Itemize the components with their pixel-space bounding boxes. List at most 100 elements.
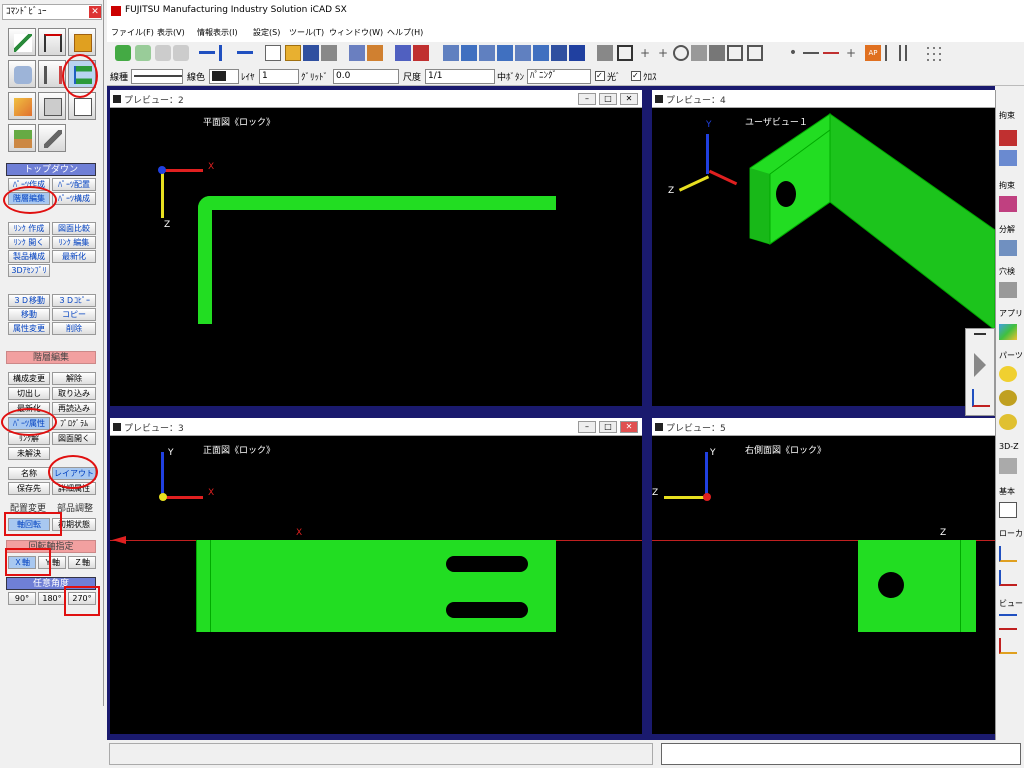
- brush-icon[interactable]: [38, 124, 66, 152]
- crosshair-icon[interactable]: +: [655, 45, 671, 61]
- copy-button[interactable]: コピー: [52, 308, 96, 321]
- update-button[interactable]: 最新化: [52, 250, 96, 263]
- close-icon[interactable]: ✕: [620, 421, 638, 433]
- parts-structure-button[interactable]: ﾊﾟｰﾂ構成: [52, 192, 96, 205]
- ap-icon[interactable]: AP: [865, 45, 881, 61]
- sketch-icon[interactable]: [8, 28, 36, 56]
- constraint-icon[interactable]: [999, 130, 1017, 146]
- view-icon[interactable]: [999, 614, 1017, 630]
- cylinder-icon[interactable]: [155, 45, 171, 61]
- minimize-icon[interactable]: –: [578, 421, 596, 433]
- attribute-change-button[interactable]: 属性変更: [8, 322, 50, 335]
- line-icon[interactable]: [803, 52, 819, 54]
- menu-settings[interactable]: 設定(S): [253, 27, 280, 38]
- minimize-icon[interactable]: –: [578, 93, 596, 105]
- view-cube-icon[interactable]: [497, 45, 513, 61]
- menu-tools[interactable]: ツール(T): [289, 27, 324, 38]
- offset-icon[interactable]: [905, 45, 921, 61]
- line-color-select[interactable]: [209, 69, 239, 84]
- save-icon[interactable]: [303, 45, 319, 61]
- point-icon[interactable]: •: [785, 45, 801, 61]
- grid-icon[interactable]: [925, 45, 941, 61]
- close-icon[interactable]: ✕: [89, 6, 101, 18]
- cylinder-icon[interactable]: [115, 45, 131, 61]
- tools-icon[interactable]: [367, 45, 383, 61]
- menu-info[interactable]: 情報表示(I): [197, 27, 238, 38]
- reload-button[interactable]: 再読込み: [52, 402, 96, 415]
- angle-180-button[interactable]: 180°: [38, 592, 66, 605]
- select-icon[interactable]: [617, 45, 633, 61]
- view-cube-icon[interactable]: [515, 45, 531, 61]
- open-drawing-button[interactable]: 図面開く: [52, 432, 96, 445]
- move-button[interactable]: 移動: [8, 308, 50, 321]
- release-button[interactable]: 解除: [52, 372, 96, 385]
- view-cube-icon[interactable]: [443, 45, 459, 61]
- menu-file[interactable]: ファイル(F): [111, 27, 154, 38]
- light-bulb-icon[interactable]: [999, 366, 1017, 382]
- viewport-user-view[interactable]: プレビュー：4 ユーザビュー１ Y Z: [652, 90, 995, 406]
- middle-button-select[interactable]: ﾊﾟﾆﾝｸﾞ: [527, 69, 591, 84]
- save-destination-button[interactable]: 保存先: [8, 482, 50, 495]
- angle-90-button[interactable]: 90°: [8, 592, 36, 605]
- cut-out-button[interactable]: 切出し: [8, 387, 50, 400]
- change-structure-button[interactable]: 構成変更: [8, 372, 50, 385]
- cross-checkbox[interactable]: ✓: [631, 71, 641, 81]
- cylinder-icon[interactable]: [135, 45, 151, 61]
- view-cube-icon[interactable]: [461, 45, 477, 61]
- viewport-top-view[interactable]: プレビュー：2 – □ ✕ 平面図《ロック》 X Z: [110, 90, 642, 406]
- coordinate-icon[interactable]: [972, 389, 990, 407]
- light-bulb-icon[interactable]: [999, 414, 1017, 430]
- 3d-copy-button[interactable]: ３Ｄｺﾋﾟｰ: [52, 294, 96, 307]
- sheet-metal-icon[interactable]: [8, 60, 36, 88]
- open-folder-icon[interactable]: [285, 45, 301, 61]
- new-file-icon[interactable]: [265, 45, 281, 61]
- snap-icon[interactable]: [691, 45, 707, 61]
- 3d-move-button[interactable]: ３Ｄ移動: [8, 294, 50, 307]
- maximize-icon[interactable]: □: [599, 93, 617, 105]
- snap-icon[interactable]: [727, 45, 743, 61]
- snap-icon[interactable]: [709, 45, 725, 61]
- arrow-left-icon[interactable]: [199, 51, 215, 55]
- layer-select[interactable]: 1: [259, 69, 299, 84]
- move-icon[interactable]: [219, 45, 235, 61]
- light-bulb-icon[interactable]: [999, 390, 1017, 406]
- crosshair-icon[interactable]: +: [637, 45, 653, 61]
- link-edit-button[interactable]: ﾘﾝｸ 編集: [52, 236, 96, 249]
- unresolved-button[interactable]: 未解決: [8, 447, 50, 460]
- viewport-front-view[interactable]: プレビュー：3 – □ ✕ 正面図《ロック》 Y X X: [110, 418, 642, 734]
- solid-box-icon[interactable]: [8, 92, 36, 120]
- crosshair-icon[interactable]: +: [843, 45, 859, 61]
- z-axis-button[interactable]: Ｚ軸: [68, 556, 96, 569]
- command-input[interactable]: [661, 743, 1021, 765]
- cylinder-icon[interactable]: [173, 45, 189, 61]
- expand-arrow-icon[interactable]: [974, 353, 986, 377]
- menu-view[interactable]: 表示(V): [157, 27, 185, 38]
- hole-check-icon[interactable]: [999, 282, 1017, 298]
- view-icon[interactable]: [999, 638, 1017, 654]
- program-button[interactable]: ﾌﾟﾛｸﾞﾗﾑ: [52, 417, 96, 430]
- view-cube-icon[interactable]: [533, 45, 549, 61]
- link-create-button[interactable]: ﾘﾝｸ 作成: [8, 222, 50, 235]
- arrow-right-icon[interactable]: [237, 51, 253, 55]
- import-button[interactable]: 取り込み: [52, 387, 96, 400]
- drawing-icon[interactable]: [413, 45, 429, 61]
- product-structure-button[interactable]: 製品構成: [8, 250, 50, 263]
- line-type-select[interactable]: [131, 69, 183, 84]
- calculator-icon[interactable]: [38, 92, 66, 120]
- local-coordinate-icon[interactable]: [999, 570, 1017, 586]
- viewport-right-view[interactable]: プレビュー：5 右側面図《ロック》 Y Z Z: [652, 418, 995, 734]
- folder-3d-icon[interactable]: [68, 28, 96, 56]
- snap-icon[interactable]: [747, 45, 763, 61]
- line-icon[interactable]: [823, 52, 839, 54]
- view-cube-icon[interactable]: [569, 45, 585, 61]
- delete-button[interactable]: 削除: [52, 322, 96, 335]
- drawing-compare-button[interactable]: 図面比較: [52, 222, 96, 235]
- mechanism-icon[interactable]: [999, 196, 1017, 212]
- print-icon[interactable]: [321, 45, 337, 61]
- pin-icon[interactable]: [974, 333, 986, 343]
- assembly-icon[interactable]: [349, 45, 365, 61]
- 3d-assembly-button[interactable]: 3Dｱｾﾝﾌﾞﾘ: [8, 264, 50, 277]
- dimension-icon[interactable]: [38, 28, 66, 56]
- offset-icon[interactable]: [885, 45, 901, 61]
- link-open-button[interactable]: ﾘﾝｸ 開く: [8, 236, 50, 249]
